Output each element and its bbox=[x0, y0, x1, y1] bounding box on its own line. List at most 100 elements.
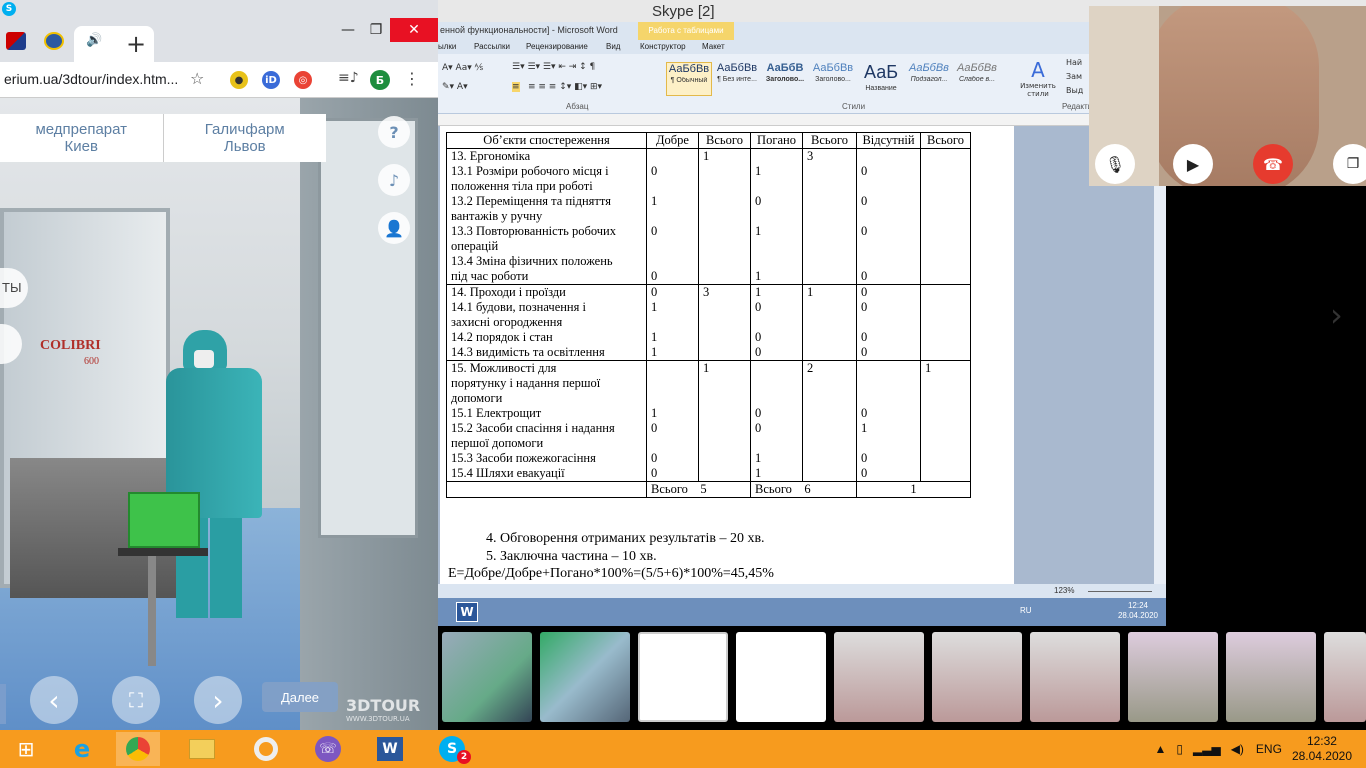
menu-icon[interactable]: ⋮ bbox=[404, 69, 420, 88]
list-icons[interactable]: ☰▾ ☰▾ ☰▾ ⇤ ⇥ ↕ ¶ bbox=[512, 62, 595, 72]
person-button[interactable]: 👤 bbox=[378, 212, 410, 244]
taskbar-word[interactable]: W bbox=[368, 732, 412, 766]
vertical-scrollbar[interactable] bbox=[1154, 126, 1166, 598]
minimize-button[interactable]: — bbox=[334, 18, 362, 42]
media-icon[interactable]: ≡♪ bbox=[338, 70, 359, 86]
thumbnail-5[interactable] bbox=[834, 632, 924, 722]
thumbnail-4[interactable] bbox=[736, 632, 826, 722]
change-styles-label: Изменить стили bbox=[1020, 82, 1056, 98]
tab-review[interactable]: Рецензирование bbox=[526, 42, 588, 51]
avatar[interactable]: Б bbox=[370, 70, 390, 90]
fullscreen-button[interactable]: ⛶ bbox=[112, 676, 160, 724]
font-size-icon[interactable]: A▾ Aa▾ ⅍ bbox=[442, 62, 483, 73]
company-lviv[interactable]: Галичфарм Львов bbox=[162, 114, 327, 162]
company-kiev[interactable]: медпрепарат Киев bbox=[0, 114, 163, 162]
thumbnail-2[interactable] bbox=[540, 632, 630, 722]
star-icon[interactable]: ☆ bbox=[190, 69, 204, 88]
style-subtitle[interactable]: АаБбВв Подзагол... bbox=[906, 62, 952, 96]
new-tab-button[interactable]: + bbox=[126, 30, 146, 58]
select-button[interactable]: Выд bbox=[1066, 86, 1083, 95]
extension-icon-1[interactable]: ● bbox=[230, 71, 248, 89]
style-heading2[interactable]: АаБбВв Заголово... bbox=[810, 62, 856, 96]
item-text: 13.2 Переміщення та підняття bbox=[451, 194, 611, 208]
switch-view-button[interactable]: ❐ bbox=[1333, 144, 1366, 184]
taskbar-chrome[interactable] bbox=[116, 732, 160, 766]
style-subtle[interactable]: АаБбВв Слабое в... bbox=[954, 62, 1000, 96]
cell-value: ​ bbox=[755, 239, 798, 254]
thumbnail-3[interactable] bbox=[638, 632, 728, 722]
style-normal[interactable]: АаБбВв ¶ Обычный bbox=[666, 62, 712, 96]
tab-favicon-2[interactable] bbox=[44, 32, 64, 50]
next-arrow-button[interactable]: › bbox=[194, 676, 242, 724]
replace-button[interactable]: Зам bbox=[1066, 72, 1082, 81]
mic-button[interactable]: 🎙 bbox=[1095, 144, 1135, 184]
chrome-tab-strip: 🔊 + — ❐ ✕ bbox=[0, 18, 438, 62]
item-text: 13.4 Зміна фізичних положень bbox=[451, 254, 613, 268]
zoom-slider[interactable] bbox=[1088, 591, 1152, 592]
zoom-level[interactable]: 123% bbox=[1054, 586, 1074, 595]
tab-design[interactable]: Конструктор bbox=[640, 42, 686, 51]
ie-icon: e bbox=[73, 735, 91, 763]
document-text: 4. Обговорення отриманих результатів – 2… bbox=[448, 530, 774, 583]
tab-favicon-1[interactable] bbox=[6, 32, 26, 50]
start-button[interactable]: ⊞ bbox=[4, 732, 48, 766]
next-label-button[interactable]: Далее bbox=[262, 682, 338, 712]
cell-value: 0 bbox=[755, 300, 762, 314]
help-button[interactable]: ? bbox=[378, 116, 410, 148]
find-button[interactable]: Най bbox=[1066, 58, 1082, 67]
word-window: енной функциональности] - Microsoft Word… bbox=[438, 22, 1166, 626]
tab-view[interactable]: Вид bbox=[606, 42, 620, 51]
style-no-spacing[interactable]: АаБбВв ¶ Без инте... bbox=[714, 62, 760, 96]
word-icon[interactable]: W bbox=[456, 602, 478, 622]
video-button[interactable]: ▶ bbox=[1173, 144, 1213, 184]
battery-icon[interactable]: ▯ bbox=[1176, 742, 1183, 756]
table-tools-tab[interactable]: Работа с таблицами bbox=[638, 22, 734, 40]
language-indicator[interactable]: ENG bbox=[1256, 742, 1282, 756]
thumbnail-8[interactable] bbox=[1128, 632, 1218, 722]
tab-references[interactable]: ылки bbox=[438, 42, 456, 51]
cell-value: 0 bbox=[861, 345, 868, 359]
tab-mailings[interactable]: Рассылки bbox=[474, 42, 510, 51]
thumbnail-9[interactable] bbox=[1226, 632, 1316, 722]
style-name: ¶ Без инте... bbox=[717, 76, 757, 83]
url-field[interactable]: erium.ua/3dtour/index.htm... bbox=[4, 71, 178, 87]
hangup-button[interactable]: ☎ bbox=[1253, 144, 1293, 184]
header-good: Добре bbox=[646, 132, 699, 149]
extension-icon-2[interactable]: iD bbox=[262, 71, 280, 89]
taskbar-explorer[interactable] bbox=[180, 732, 224, 766]
cell-value: 0 bbox=[651, 164, 658, 178]
mic-icon: 🎙 bbox=[1104, 154, 1126, 174]
taskbar-viber[interactable]: ☏ bbox=[306, 732, 350, 766]
change-styles-button[interactable]: A Изменить стили bbox=[1016, 58, 1060, 98]
tab-layout[interactable]: Макет bbox=[702, 42, 725, 51]
thumbnail-10[interactable] bbox=[1324, 632, 1366, 722]
style-title[interactable]: АаБ Название bbox=[858, 62, 904, 96]
cell-value: 1 bbox=[755, 224, 762, 238]
extension-icon-3[interactable]: ◎ bbox=[294, 71, 312, 89]
prev-arrow-button[interactable]: ‹ bbox=[30, 676, 78, 724]
align-icons[interactable]: ≡ ≡ ≡ ↕▾ ◧▾ ⊞▾ bbox=[528, 82, 602, 92]
thumbnail-7[interactable] bbox=[1030, 632, 1120, 722]
taskbar-skype[interactable]: S2 bbox=[430, 732, 474, 766]
item-text: 15.1 Електрощит bbox=[451, 406, 542, 420]
tray-expand-icon[interactable]: ▲ bbox=[1155, 742, 1167, 756]
next-arrow-icon[interactable]: › bbox=[1330, 296, 1343, 334]
thumbnail-6[interactable] bbox=[932, 632, 1022, 722]
item-list: 13. Ергономіка 13.1 Розміри робочого місц… bbox=[446, 148, 647, 285]
maximize-button[interactable]: ❐ bbox=[362, 18, 390, 42]
clock[interactable]: 12:32 28.04.2020 bbox=[1292, 734, 1352, 764]
left-edge-tab[interactable] bbox=[0, 684, 6, 724]
document-page[interactable]: Об’єкти спостереження Добре Всього Поган… bbox=[440, 126, 1014, 598]
align-left-icon[interactable]: ≡ bbox=[512, 82, 520, 92]
windows-taskbar: ⊞ e ☏ W S2 ▲ ▯ ▂▃▅ ◀) ENG 12:32 28.04.202… bbox=[0, 730, 1366, 768]
volume-icon[interactable]: ◀) bbox=[1231, 742, 1244, 756]
close-button[interactable]: ✕ bbox=[390, 18, 438, 42]
virtual-tour-view[interactable]: COLIBRI 600 медпрепарат Киев Галичфарм Льв… bbox=[0, 98, 438, 730]
signal-icon[interactable]: ▂▃▅ bbox=[1193, 742, 1221, 756]
style-heading1[interactable]: АаБбВ Заголово... bbox=[762, 62, 808, 96]
highlight-icon[interactable]: ✎▾ A▾ bbox=[442, 82, 468, 92]
thumbnail-1[interactable] bbox=[442, 632, 532, 722]
taskbar-opera[interactable] bbox=[244, 732, 288, 766]
music-button[interactable]: ♪ bbox=[378, 164, 410, 196]
taskbar-ie[interactable]: e bbox=[60, 732, 104, 766]
